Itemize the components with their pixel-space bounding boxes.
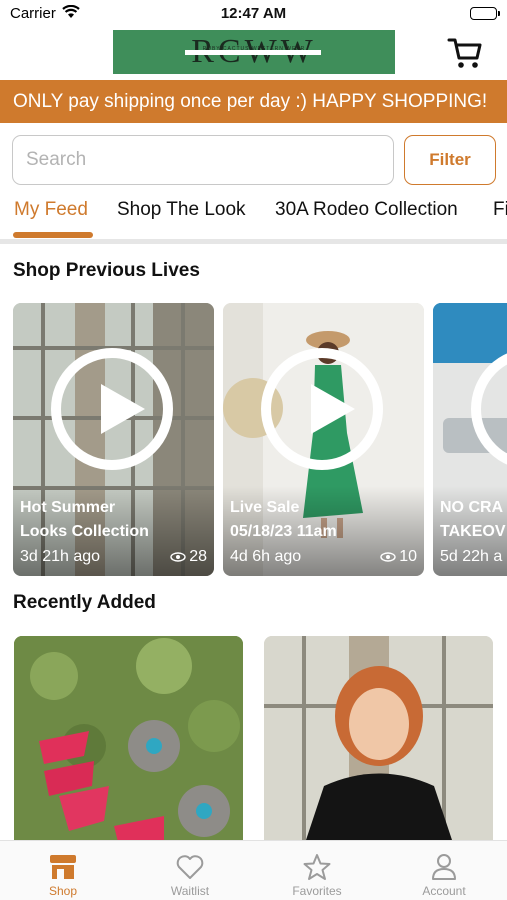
heart-icon [175, 853, 205, 881]
play-icon[interactable] [261, 348, 383, 470]
promo-banner: ONLY pay shipping once per day :) HAPPY … [0, 80, 507, 123]
tab-shop-the-look[interactable]: Shop The Look [117, 199, 246, 235]
bottom-tab-bar: Shop Waitlist Favorites Account [0, 840, 507, 900]
view-count-value: 28 [189, 548, 207, 565]
live-card[interactable]: NO CRA TAKEOV 5d 22h a [433, 303, 507, 576]
live-title-line1: Live Sale [230, 499, 300, 516]
view-count: 28 [170, 548, 207, 566]
tab-my-feed[interactable]: My Feed [14, 199, 88, 235]
tab-30a-rodeo-collection[interactable]: 30A Rodeo Collection [275, 199, 458, 235]
star-icon [302, 853, 332, 881]
live-time-ago: 5d 22h a [440, 548, 503, 565]
tab-bar-favorites[interactable]: Favorites [254, 841, 380, 900]
live-title-line2: 05/18/23 11am [230, 523, 337, 540]
battery-icon [470, 7, 500, 20]
recently-added-title: Recently Added [13, 592, 156, 613]
tabs-divider [0, 239, 507, 244]
live-time-ago: 3d 21h ago [20, 548, 101, 565]
tab-bar-label: Shop [48, 884, 78, 898]
tab-bar-shop[interactable]: Shop [0, 841, 126, 900]
shopping-cart-icon[interactable] [447, 36, 483, 70]
live-card[interactable]: Live Sale 05/18/23 11am 4d 6h ago 10 [223, 303, 424, 576]
view-count: 10 [380, 548, 417, 566]
eye-icon [170, 552, 186, 562]
storefront-icon [48, 853, 78, 881]
search-input[interactable] [12, 135, 394, 185]
product-card[interactable] [264, 636, 493, 846]
earrings-on-greenery-image [14, 636, 243, 846]
product-card[interactable] [14, 636, 243, 846]
tab-bar-account[interactable]: Account [381, 841, 507, 900]
live-title-line2: TAKEOV [440, 523, 506, 540]
live-time-ago: 4d 6h ago [230, 548, 302, 565]
logo-tagline: RUBY CACTUS WESTERN WEAR [202, 46, 306, 52]
brand-logo[interactable]: RCWW RUBY CACTUS WESTERN WEAR [113, 30, 395, 74]
model-black-top-image [264, 636, 493, 846]
tab-bar-label: Account [422, 884, 466, 898]
tab-bar-label: Favorites [292, 884, 342, 898]
live-card[interactable]: Hot Summer Looks Collection 3d 21h ago 2… [13, 303, 214, 576]
tab-bar-waitlist[interactable]: Waitlist [127, 841, 253, 900]
previous-lives-title: Shop Previous Lives [13, 260, 200, 281]
active-tab-indicator [13, 232, 93, 238]
live-title-line1: NO CRA [440, 499, 504, 516]
play-icon[interactable] [51, 348, 173, 470]
status-bar: Carrier 12:47 AM [0, 0, 507, 28]
tab-fi[interactable]: Fi [493, 199, 507, 235]
clock: 12:47 AM [220, 5, 287, 22]
view-count-value: 10 [399, 548, 417, 565]
live-title-line2: Looks Collection [20, 523, 149, 540]
tab-bar-label: Waitlist [170, 884, 210, 898]
filter-button[interactable]: Filter [404, 135, 496, 185]
person-icon [429, 853, 459, 881]
eye-icon [380, 552, 396, 562]
live-title-line1: Hot Summer [20, 499, 116, 516]
